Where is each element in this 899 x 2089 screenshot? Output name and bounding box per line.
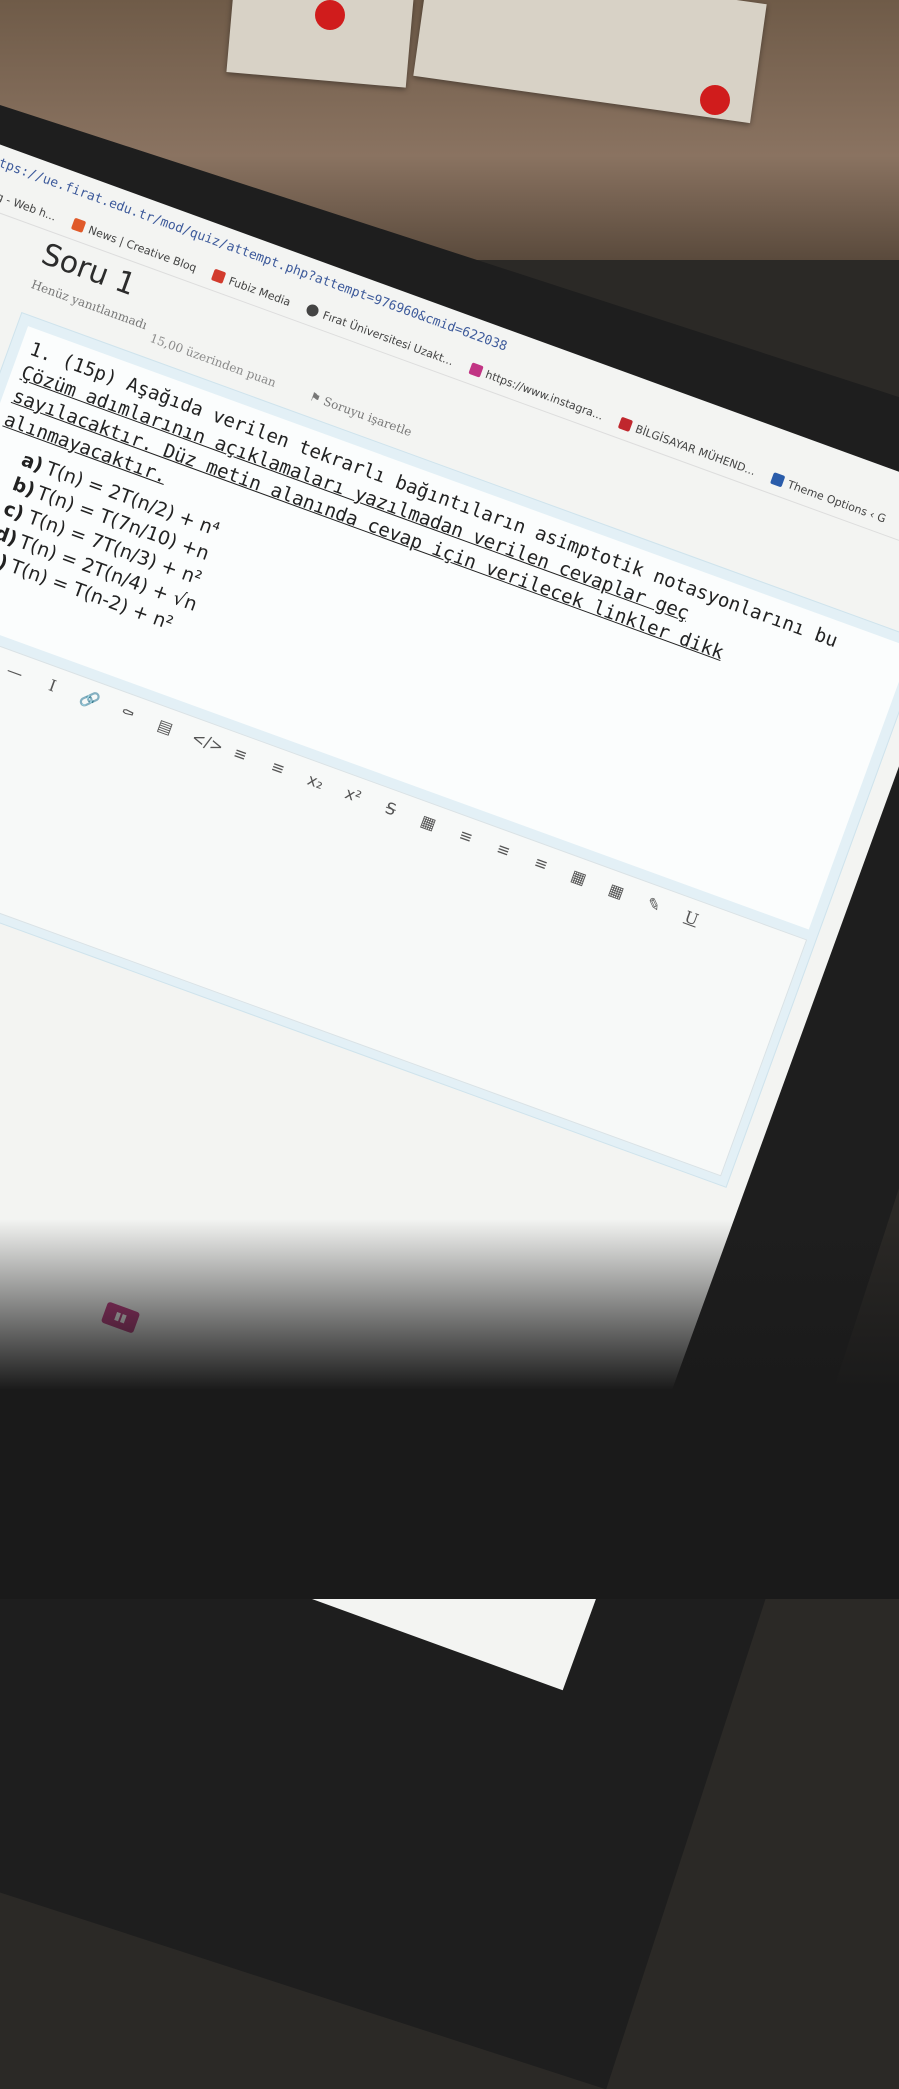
bookmark-icon xyxy=(617,416,634,433)
unlink-icon[interactable]: ⚰ xyxy=(113,699,141,727)
strikethrough-button[interactable]: S xyxy=(377,795,405,823)
bookmark-icon xyxy=(70,217,87,233)
table-icon[interactable]: ▦ xyxy=(414,809,442,837)
bookmark-icon xyxy=(211,268,227,285)
numbered-list-icon[interactable]: ≡ xyxy=(264,754,292,782)
instagram-icon xyxy=(467,362,484,378)
underline-button[interactable]: U xyxy=(677,905,705,933)
edit-icon[interactable]: ✎ xyxy=(640,891,668,919)
text-cursor-button[interactable]: I xyxy=(38,672,66,700)
horizontal-rule-button[interactable]: — xyxy=(1,658,29,686)
superscript-button[interactable]: x² xyxy=(339,781,367,809)
link-icon[interactable]: 🔗 xyxy=(76,686,104,714)
push-pin-icon xyxy=(315,0,345,30)
photo-shadow xyxy=(0,1219,899,1599)
code-icon[interactable]: </> xyxy=(189,727,226,757)
image-icon[interactable]: ▤ xyxy=(151,713,179,741)
align-left-icon[interactable]: ≡ xyxy=(452,823,480,851)
calculator-icon[interactable]: ▦ xyxy=(602,877,630,905)
align-center-icon[interactable]: ≡ xyxy=(489,836,517,864)
insert-table-icon[interactable]: ▦ xyxy=(564,864,592,892)
subscript-button[interactable]: x₂ xyxy=(301,768,329,796)
bookmark-icon xyxy=(770,472,786,488)
align-right-icon[interactable]: ≡ xyxy=(527,850,555,878)
push-pin-icon xyxy=(700,85,730,115)
bookmark-icon xyxy=(305,302,321,319)
bullet-list-icon[interactable]: ≡ xyxy=(226,740,254,768)
